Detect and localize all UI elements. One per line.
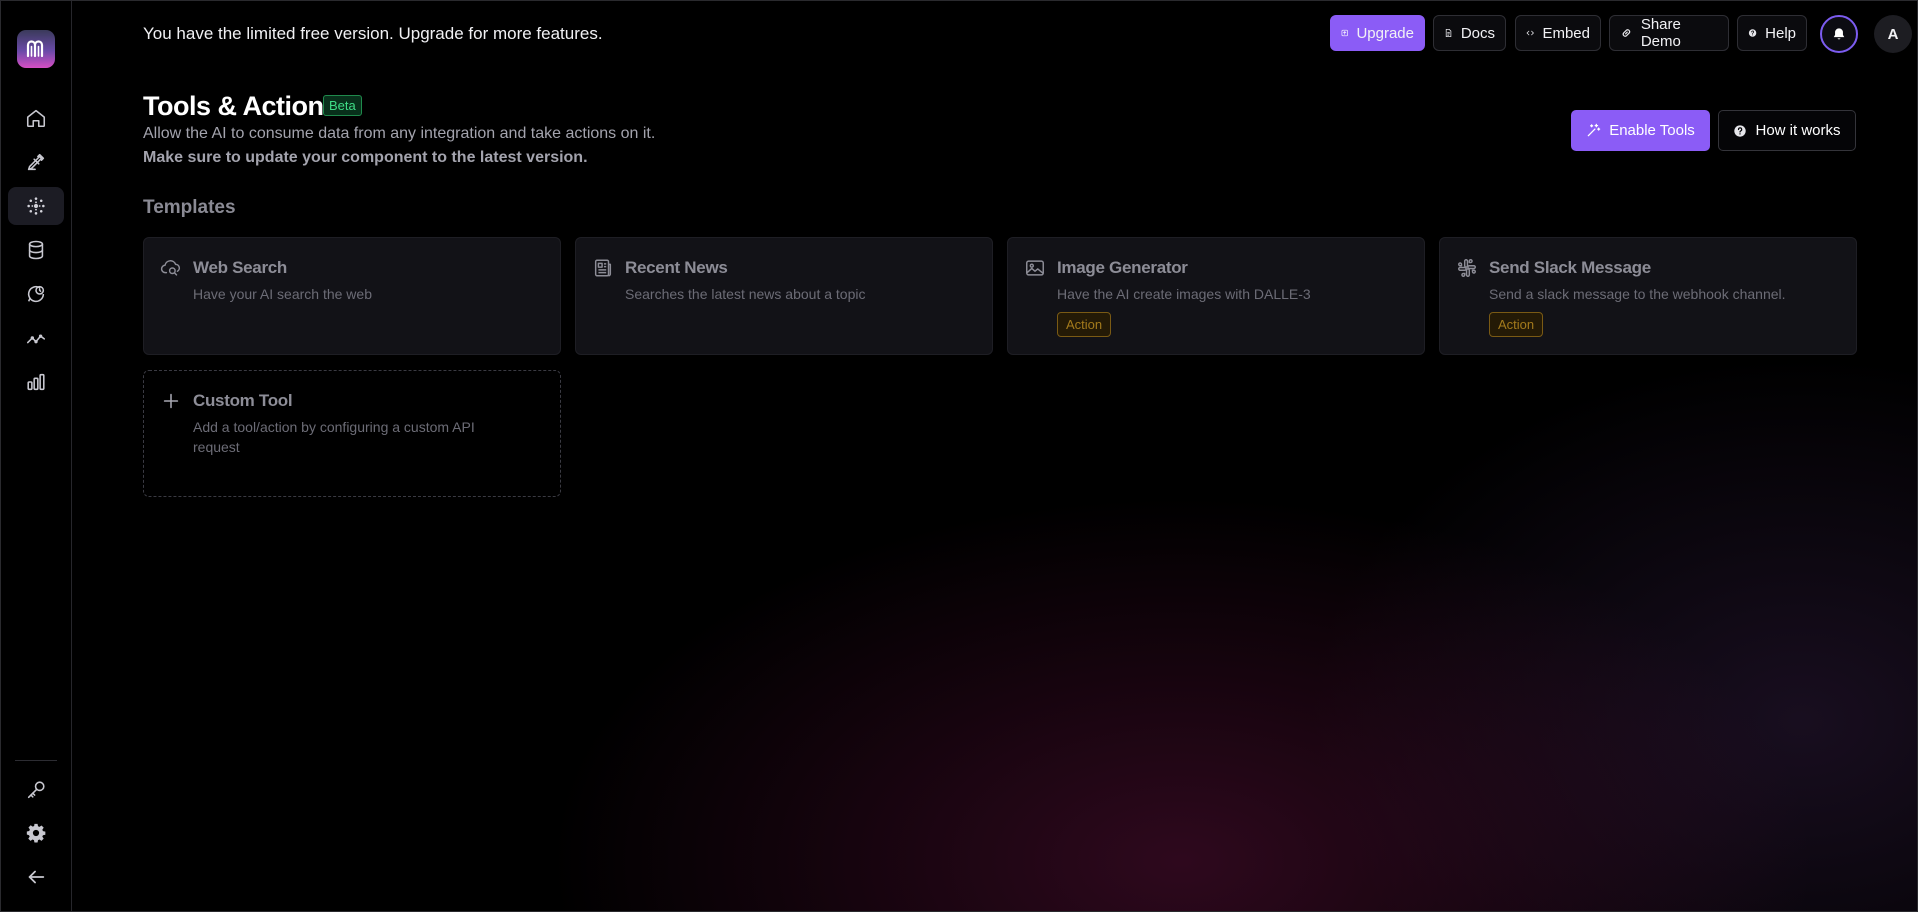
database-icon bbox=[28, 240, 44, 260]
nav-api-keys[interactable] bbox=[8, 771, 64, 809]
plus-icon bbox=[163, 393, 179, 409]
key-icon bbox=[27, 781, 45, 799]
code-icon bbox=[1526, 30, 1534, 36]
help-button[interactable]: Help bbox=[1737, 15, 1807, 51]
card-title: Send Slack Message bbox=[1489, 258, 1651, 277]
action-tag: Action bbox=[1057, 312, 1112, 337]
nav-tools[interactable] bbox=[8, 187, 64, 225]
nav-analytics[interactable] bbox=[8, 319, 64, 357]
help-label: Help bbox=[1765, 24, 1796, 42]
template-card-image-generator[interactable]: Image Generator Have the AI create image… bbox=[1007, 237, 1425, 355]
help-circle-icon bbox=[1734, 124, 1747, 137]
embed-button[interactable]: Embed bbox=[1515, 15, 1601, 51]
nav-database[interactable] bbox=[8, 231, 64, 269]
link-icon bbox=[1622, 29, 1631, 37]
nav-chat-history[interactable] bbox=[8, 275, 64, 313]
template-card-recent-news[interactable]: Recent News Searches the latest news abo… bbox=[575, 237, 993, 355]
nav-edit[interactable] bbox=[8, 143, 64, 181]
share-demo-label: Share Demo bbox=[1640, 16, 1681, 50]
nav-back[interactable] bbox=[8, 858, 64, 896]
template-card-web-search[interactable]: Web Search Have your AI search the web bbox=[143, 237, 561, 355]
app-logo[interactable] bbox=[17, 30, 55, 68]
card-description: Have the AI create images with DALLE-3 bbox=[1057, 286, 1311, 302]
card-description: Have your AI search the web bbox=[193, 286, 372, 302]
custom-tool-card[interactable]: Custom Tool Add a tool/action by configu… bbox=[143, 370, 561, 497]
newspaper-icon bbox=[594, 259, 612, 277]
card-title: Image Generator bbox=[1057, 258, 1188, 277]
card-title: Recent News bbox=[625, 258, 728, 277]
upgrade-button[interactable]: Upgrade bbox=[1330, 15, 1425, 51]
upgrade-icon bbox=[1341, 29, 1348, 37]
embed-label: Embed bbox=[1542, 24, 1590, 42]
nav-home[interactable] bbox=[8, 99, 64, 137]
gear-icon bbox=[26, 823, 46, 843]
pen-tool-icon bbox=[27, 153, 45, 171]
sidebar bbox=[1, 1, 72, 911]
slack-icon bbox=[1458, 259, 1476, 277]
action-tag: Action bbox=[1489, 312, 1544, 337]
bell-icon bbox=[1833, 28, 1845, 40]
how-it-works-label: How it works bbox=[1755, 122, 1841, 139]
page-title: Tools & Actions bbox=[143, 91, 339, 121]
page-subtitle: Allow the AI to consume data from any in… bbox=[143, 125, 656, 142]
templates-heading: Templates bbox=[143, 197, 236, 218]
document-icon bbox=[1445, 29, 1452, 37]
card-title: Custom Tool bbox=[193, 391, 293, 410]
image-icon bbox=[1026, 260, 1044, 276]
card-description: Send a slack message to the webhook chan… bbox=[1489, 286, 1786, 302]
logo-icon bbox=[26, 40, 44, 58]
card-title: Web Search bbox=[193, 258, 288, 277]
card-description: Searches the latest news about a topic bbox=[625, 286, 866, 302]
docs-button[interactable]: Docs bbox=[1433, 15, 1506, 51]
sidebar-divider bbox=[15, 760, 57, 761]
update-notice: Make sure to update your component to th… bbox=[143, 149, 588, 166]
chat-clock-icon bbox=[27, 285, 45, 303]
cloud-search-icon bbox=[160, 260, 181, 276]
user-avatar[interactable]: A bbox=[1874, 15, 1912, 53]
trend-icon bbox=[26, 334, 46, 344]
enable-tools-label: Enable Tools bbox=[1609, 122, 1695, 139]
home-icon bbox=[26, 109, 46, 128]
beta-badge: Beta bbox=[323, 95, 362, 116]
arrow-left-icon bbox=[28, 870, 45, 884]
how-it-works-button[interactable]: How it works bbox=[1718, 110, 1856, 151]
template-card-send-slack-message[interactable]: Send Slack Message Send a slack message … bbox=[1439, 237, 1857, 355]
notifications-button[interactable] bbox=[1820, 15, 1858, 53]
upgrade-label: Upgrade bbox=[1356, 24, 1414, 42]
docs-label: Docs bbox=[1460, 24, 1495, 42]
help-circle-icon bbox=[1748, 29, 1757, 37]
tools-network-icon bbox=[27, 197, 45, 215]
nav-settings[interactable] bbox=[8, 814, 64, 852]
card-description: Add a tool/action by configuring a custo… bbox=[193, 419, 475, 455]
enable-tools-button[interactable]: Enable Tools bbox=[1571, 110, 1710, 151]
share-demo-button[interactable]: Share Demo bbox=[1609, 15, 1729, 51]
sparkle-wand-icon bbox=[1587, 123, 1601, 137]
nav-reports[interactable] bbox=[8, 363, 64, 401]
bar-chart-icon bbox=[27, 373, 45, 391]
free-version-banner: You have the limited free version. Upgra… bbox=[143, 24, 603, 43]
app-window: You have the limited free version. Upgra… bbox=[0, 0, 1918, 912]
